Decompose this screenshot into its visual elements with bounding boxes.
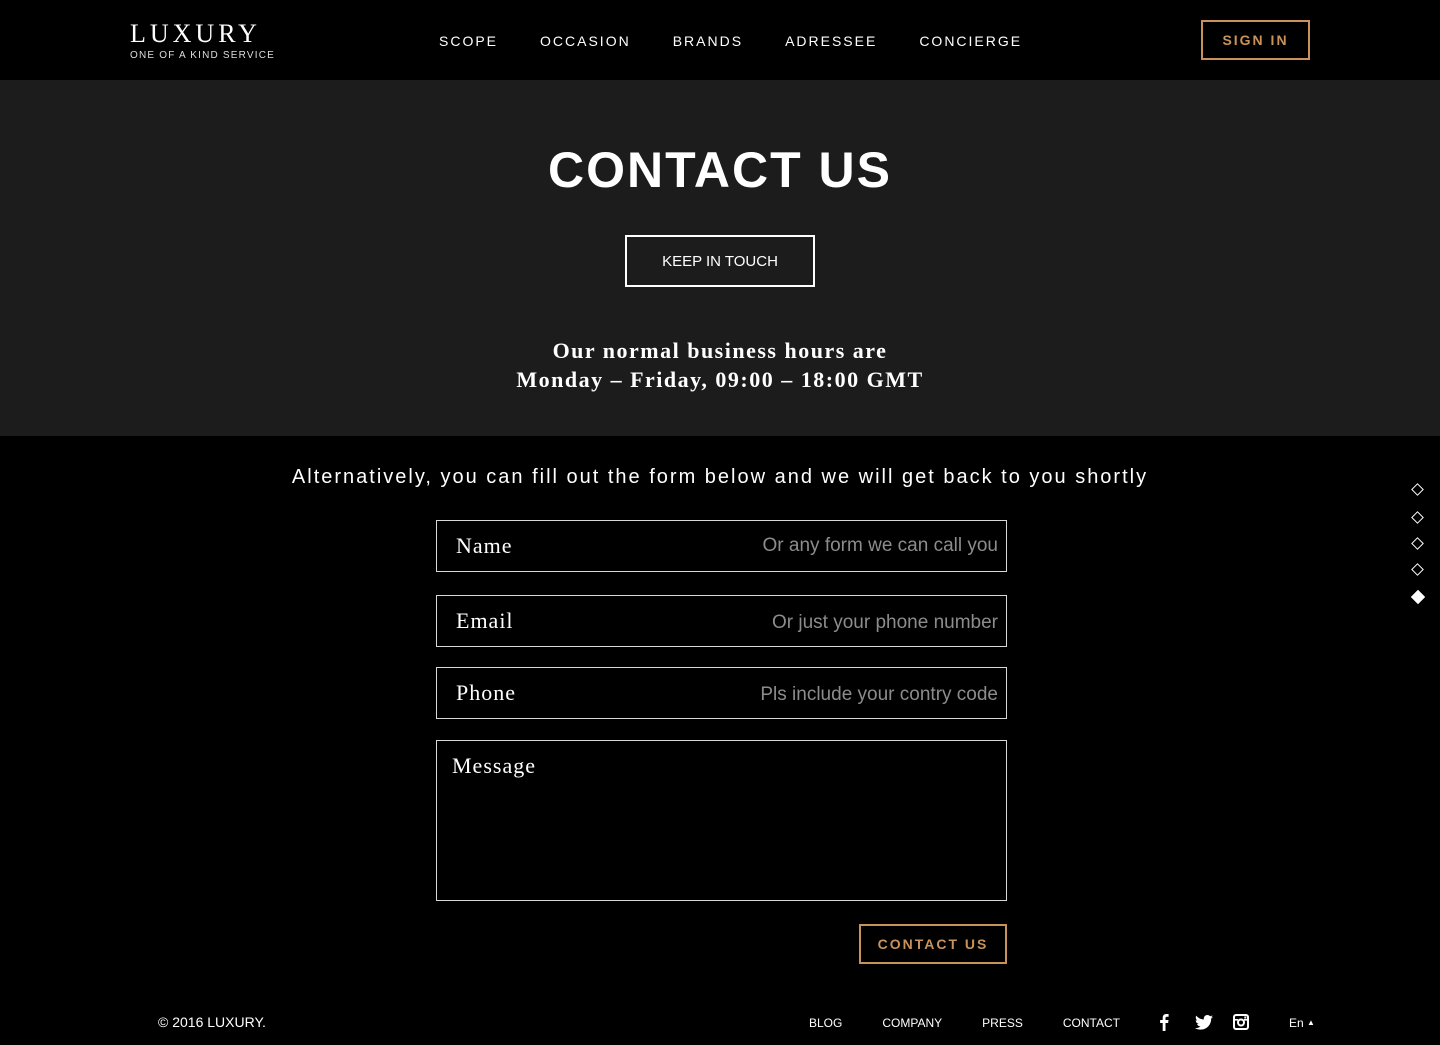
business-hours-line1: Our normal business hours are [552, 338, 888, 363]
email-placeholder: Or just your phone number [771, 612, 998, 633]
contact-us-submit-button[interactable]: CONTACT US [859, 924, 1007, 964]
name-placeholder: Or any form we can call you [762, 535, 998, 556]
nav-item-adressee[interactable]: ADRESSEE [785, 32, 877, 50]
language-selector[interactable]: En ▲ [1289, 1016, 1315, 1030]
logo[interactable]: LUXURY ONE OF A KIND SERVICE [130, 19, 280, 62]
site-header: LUXURY ONE OF A KIND SERVICE SCOPE OCCAS… [0, 0, 1440, 80]
phone-label: Phone [456, 680, 516, 705]
phone-field[interactable]: Phone Pls include your contry code [436, 667, 1007, 719]
name-field[interactable]: Name Or any form we can call you [436, 520, 1007, 572]
keep-in-touch-button[interactable]: KEEP IN TOUCH [625, 235, 815, 287]
logo-title: LUXURY [130, 19, 261, 48]
footer-link-contact[interactable]: CONTACT [1063, 1016, 1120, 1030]
form-intro: Alternatively, you can fill out the form… [291, 466, 1149, 488]
footer-links: BLOG COMPANY PRESS CONTACT [809, 1016, 1160, 1030]
hero-section: CONTACT US KEEP IN TOUCH Our normal busi… [0, 80, 1440, 436]
email-label: Email [456, 608, 514, 633]
business-hours: Our normal business hours are Monday – F… [0, 336, 1440, 394]
twitter-icon[interactable] [1195, 1013, 1213, 1031]
sign-in-button[interactable]: SIGN IN [1201, 20, 1310, 60]
footer-link-company[interactable]: COMPANY [882, 1016, 942, 1030]
page-title: CONTACT US [547, 142, 893, 198]
logo-tagline: ONE OF A KIND SERVICE [130, 50, 276, 61]
message-label: Message [452, 753, 536, 778]
phone-placeholder: Pls include your contry code [760, 684, 998, 705]
section-nav-dot[interactable] [1411, 511, 1424, 524]
instagram-icon[interactable] [1232, 1013, 1250, 1031]
main-nav: SCOPE OCCASION BRANDS ADRESSEE CONCIERGE [439, 32, 1064, 50]
nav-item-concierge[interactable]: CONCIERGE [919, 32, 1022, 50]
business-hours-line2: Monday – Friday, 09:00 – 18:00 GMT [516, 367, 924, 392]
section-nav-dot[interactable] [1411, 537, 1424, 550]
nav-item-brands[interactable]: BRANDS [673, 32, 743, 50]
section-nav-dot-active[interactable] [1410, 589, 1425, 605]
footer-link-blog[interactable]: BLOG [809, 1016, 842, 1030]
copyright: © 2016 LUXURY. [158, 1014, 266, 1030]
email-field[interactable]: Email Or just your phone number [436, 595, 1007, 647]
footer-link-press[interactable]: PRESS [982, 1016, 1023, 1030]
facebook-icon[interactable] [1155, 1013, 1173, 1031]
nav-item-scope[interactable]: SCOPE [439, 32, 498, 50]
caret-up-icon: ▲ [1307, 1018, 1315, 1027]
message-field[interactable]: Message [436, 740, 1007, 901]
name-label: Name [456, 533, 513, 558]
section-nav-dot[interactable] [1411, 563, 1424, 576]
nav-item-occasion[interactable]: OCCASION [540, 32, 631, 50]
language-label: En [1289, 1016, 1304, 1030]
